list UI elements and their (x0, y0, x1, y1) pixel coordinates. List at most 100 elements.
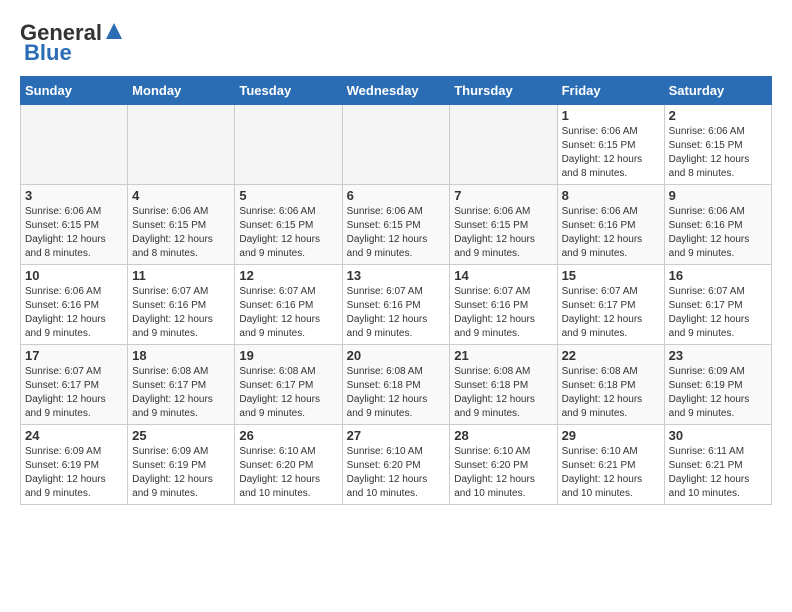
day-info: Sunrise: 6:06 AM Sunset: 6:15 PM Dayligh… (239, 205, 337, 261)
logo-icon (104, 21, 124, 41)
calendar-cell: 20Sunrise: 6:08 AM Sunset: 6:18 PM Dayli… (342, 345, 450, 425)
calendar-cell: 9Sunrise: 6:06 AM Sunset: 6:16 PM Daylig… (664, 185, 771, 265)
day-info: Sunrise: 6:07 AM Sunset: 6:16 PM Dayligh… (239, 285, 337, 341)
day-number: 5 (239, 188, 337, 203)
calendar-cell: 2 Sunrise: 6:06 AM Sunset: 6:15 PM Daylig… (664, 105, 771, 185)
weekday-header-wednesday: Wednesday (342, 77, 450, 105)
day-number: 28 (454, 428, 552, 443)
calendar-week-3: 10 Sunrise: 6:06 AM Sunset: 6:16 PM Dayli… (21, 265, 772, 345)
day-info: Sunrise: 6:06 AM Sunset: 6:15 PM Dayligh… (347, 205, 446, 261)
day-number: 8 (562, 188, 660, 203)
day-info: Sunrise: 6:10 AM Sunset: 6:21 PM Dayligh… (562, 445, 660, 501)
day-info: Sunrise: 6:07 AM Sunset: 6:16 PM Dayligh… (132, 285, 230, 341)
day-number: 16 (669, 268, 767, 283)
day-number: 23 (669, 348, 767, 363)
calendar-week-2: 3 Sunrise: 6:06 AM Sunset: 6:15 PM Daylig… (21, 185, 772, 265)
weekday-header-friday: Friday (557, 77, 664, 105)
weekday-header-thursday: Thursday (450, 77, 557, 105)
day-number: 22 (562, 348, 660, 363)
calendar-cell: 1Sunrise: 6:06 AM Sunset: 6:15 PM Daylig… (557, 105, 664, 185)
day-info: Sunrise: 6:07 AM Sunset: 6:17 PM Dayligh… (25, 365, 123, 421)
day-info: Sunrise: 6:10 AM Sunset: 6:20 PM Dayligh… (347, 445, 446, 501)
day-info: Sunrise: 6:10 AM Sunset: 6:20 PM Dayligh… (239, 445, 337, 501)
day-info: Sunrise: 6:11 AM Sunset: 6:21 PM Dayligh… (669, 445, 767, 501)
day-number: 6 (347, 188, 446, 203)
day-number: 7 (454, 188, 552, 203)
day-info: Sunrise: 6:09 AM Sunset: 6:19 PM Dayligh… (132, 445, 230, 501)
day-info: Sunrise: 6:08 AM Sunset: 6:17 PM Dayligh… (132, 365, 230, 421)
day-info: Sunrise: 6:09 AM Sunset: 6:19 PM Dayligh… (25, 445, 123, 501)
day-number: 29 (562, 428, 660, 443)
calendar-cell: 10 Sunrise: 6:06 AM Sunset: 6:16 PM Dayli… (21, 265, 128, 345)
day-number: 17 (25, 348, 123, 363)
calendar-cell: 16Sunrise: 6:07 AM Sunset: 6:17 PM Dayli… (664, 265, 771, 345)
weekday-header-saturday: Saturday (664, 77, 771, 105)
calendar-cell: 14 Sunrise: 6:07 AM Sunset: 6:16 PM Dayli… (450, 265, 557, 345)
calendar-table: SundayMondayTuesdayWednesdayThursdayFrid… (20, 76, 772, 505)
calendar-cell: 5 Sunrise: 6:06 AM Sunset: 6:15 PM Daylig… (235, 185, 342, 265)
calendar-cell: 4Sunrise: 6:06 AM Sunset: 6:15 PM Daylig… (128, 185, 235, 265)
day-number: 4 (132, 188, 230, 203)
day-info: Sunrise: 6:06 AM Sunset: 6:16 PM Dayligh… (25, 285, 123, 341)
weekday-header-row: SundayMondayTuesdayWednesdayThursdayFrid… (21, 77, 772, 105)
weekday-header-tuesday: Tuesday (235, 77, 342, 105)
page-header: General Blue (20, 20, 772, 66)
logo-blue-text: Blue (24, 40, 72, 66)
day-number: 24 (25, 428, 123, 443)
calendar-cell: 8 Sunrise: 6:06 AM Sunset: 6:16 PM Daylig… (557, 185, 664, 265)
calendar-week-5: 24 Sunrise: 6:09 AM Sunset: 6:19 PM Dayli… (21, 425, 772, 505)
day-info: Sunrise: 6:08 AM Sunset: 6:17 PM Dayligh… (239, 365, 337, 421)
day-info: Sunrise: 6:07 AM Sunset: 6:16 PM Dayligh… (347, 285, 446, 341)
calendar-cell: 3 Sunrise: 6:06 AM Sunset: 6:15 PM Daylig… (21, 185, 128, 265)
calendar-cell: 17 Sunrise: 6:07 AM Sunset: 6:17 PM Dayli… (21, 345, 128, 425)
day-number: 12 (239, 268, 337, 283)
calendar-cell: 12 Sunrise: 6:07 AM Sunset: 6:16 PM Dayli… (235, 265, 342, 345)
day-info: Sunrise: 6:08 AM Sunset: 6:18 PM Dayligh… (562, 365, 660, 421)
calendar-cell: 27 Sunrise: 6:10 AM Sunset: 6:20 PM Dayli… (342, 425, 450, 505)
calendar-cell (128, 105, 235, 185)
day-info: Sunrise: 6:06 AM Sunset: 6:15 PM Dayligh… (454, 205, 552, 261)
day-number: 14 (454, 268, 552, 283)
calendar-cell (450, 105, 557, 185)
day-info: Sunrise: 6:06 AM Sunset: 6:15 PM Dayligh… (669, 125, 767, 181)
day-number: 27 (347, 428, 446, 443)
calendar-week-4: 17 Sunrise: 6:07 AM Sunset: 6:17 PM Dayli… (21, 345, 772, 425)
day-number: 20 (347, 348, 446, 363)
calendar-cell (235, 105, 342, 185)
calendar-cell: 26Sunrise: 6:10 AM Sunset: 6:20 PM Dayli… (235, 425, 342, 505)
calendar-week-1: 1Sunrise: 6:06 AM Sunset: 6:15 PM Daylig… (21, 105, 772, 185)
day-number: 3 (25, 188, 123, 203)
day-info: Sunrise: 6:06 AM Sunset: 6:15 PM Dayligh… (562, 125, 660, 181)
day-info: Sunrise: 6:10 AM Sunset: 6:20 PM Dayligh… (454, 445, 552, 501)
day-number: 2 (669, 108, 767, 123)
calendar-cell: 21Sunrise: 6:08 AM Sunset: 6:18 PM Dayli… (450, 345, 557, 425)
weekday-header-sunday: Sunday (21, 77, 128, 105)
calendar-cell: 13Sunrise: 6:07 AM Sunset: 6:16 PM Dayli… (342, 265, 450, 345)
calendar-cell (342, 105, 450, 185)
calendar-cell: 15 Sunrise: 6:07 AM Sunset: 6:17 PM Dayli… (557, 265, 664, 345)
day-number: 11 (132, 268, 230, 283)
day-info: Sunrise: 6:06 AM Sunset: 6:15 PM Dayligh… (25, 205, 123, 261)
calendar-cell: 25Sunrise: 6:09 AM Sunset: 6:19 PM Dayli… (128, 425, 235, 505)
day-number: 15 (562, 268, 660, 283)
calendar-cell: 11 Sunrise: 6:07 AM Sunset: 6:16 PM Dayli… (128, 265, 235, 345)
day-number: 21 (454, 348, 552, 363)
day-info: Sunrise: 6:07 AM Sunset: 6:16 PM Dayligh… (454, 285, 552, 341)
day-info: Sunrise: 6:06 AM Sunset: 6:16 PM Dayligh… (562, 205, 660, 261)
calendar-cell: 23 Sunrise: 6:09 AM Sunset: 6:19 PM Dayli… (664, 345, 771, 425)
calendar-cell: 6 Sunrise: 6:06 AM Sunset: 6:15 PM Daylig… (342, 185, 450, 265)
calendar-cell: 22 Sunrise: 6:08 AM Sunset: 6:18 PM Dayli… (557, 345, 664, 425)
calendar-cell: 30 Sunrise: 6:11 AM Sunset: 6:21 PM Dayli… (664, 425, 771, 505)
weekday-header-monday: Monday (128, 77, 235, 105)
calendar-cell: 28 Sunrise: 6:10 AM Sunset: 6:20 PM Dayli… (450, 425, 557, 505)
day-number: 19 (239, 348, 337, 363)
day-number: 30 (669, 428, 767, 443)
day-info: Sunrise: 6:07 AM Sunset: 6:17 PM Dayligh… (562, 285, 660, 341)
day-number: 18 (132, 348, 230, 363)
day-info: Sunrise: 6:09 AM Sunset: 6:19 PM Dayligh… (669, 365, 767, 421)
logo: General Blue (20, 20, 124, 66)
day-number: 10 (25, 268, 123, 283)
calendar-cell: 7 Sunrise: 6:06 AM Sunset: 6:15 PM Daylig… (450, 185, 557, 265)
day-info: Sunrise: 6:06 AM Sunset: 6:16 PM Dayligh… (669, 205, 767, 261)
calendar-cell: 29 Sunrise: 6:10 AM Sunset: 6:21 PM Dayli… (557, 425, 664, 505)
